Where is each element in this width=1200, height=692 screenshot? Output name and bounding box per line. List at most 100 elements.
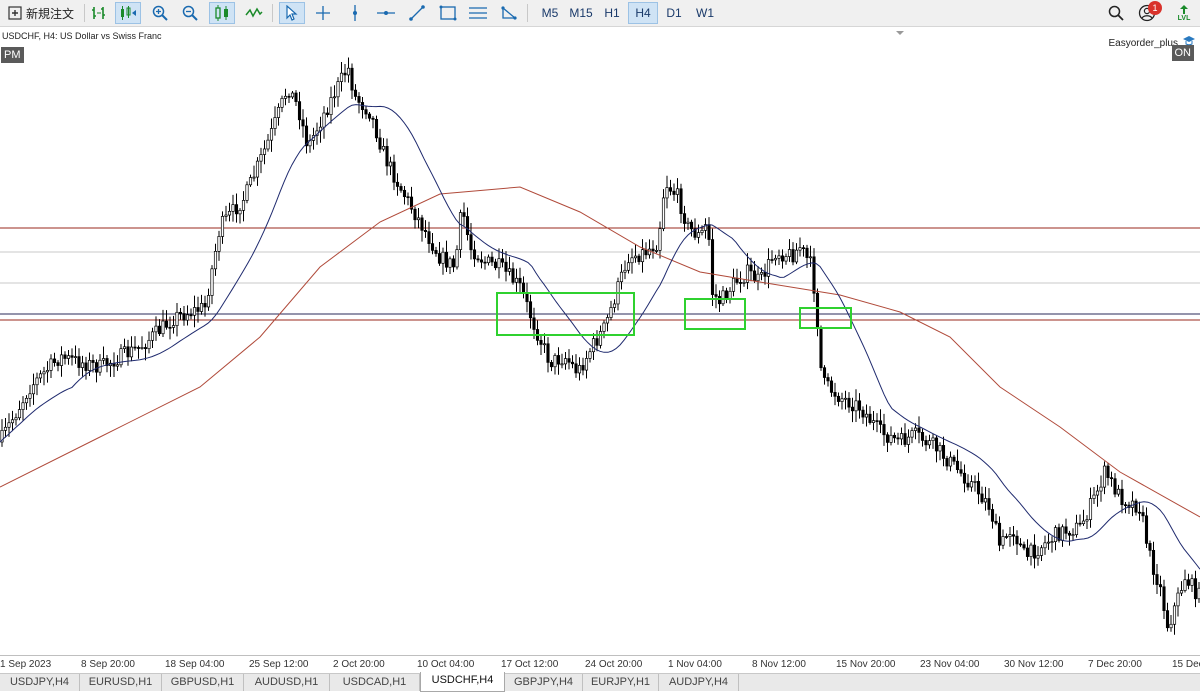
candle-body (1190, 578, 1194, 586)
vps-button[interactable]: LVL (1172, 2, 1196, 24)
candle-body (231, 204, 235, 212)
timeframe-m15[interactable]: M15 (566, 2, 596, 24)
tab-usdchf-h4[interactable]: USDCHF,H4 (420, 672, 505, 692)
candle-body (161, 320, 165, 335)
rectangle-button[interactable] (436, 2, 460, 24)
candle-body (1015, 535, 1019, 545)
candle-body (441, 251, 445, 264)
candle-body (479, 259, 484, 263)
candle-body (290, 92, 295, 98)
zoom-out-icon (182, 5, 198, 21)
candle-body (70, 355, 74, 358)
candle-body (511, 268, 515, 283)
candle-body (192, 307, 197, 316)
expert-advisor-status: ON (1171, 45, 1194, 61)
candle-body (59, 354, 64, 366)
candle-body (157, 325, 162, 335)
candle-body (955, 460, 960, 471)
candle-body (206, 295, 211, 308)
candle-body (899, 433, 904, 440)
candle-body (994, 520, 998, 524)
tab-gbpjpy-h4[interactable]: GBPJPY,H4 (505, 674, 583, 691)
candle-body (822, 367, 827, 378)
timeframe-m5[interactable]: M5 (536, 2, 564, 24)
candle-body (584, 358, 589, 371)
candle-body (819, 327, 823, 369)
candle-body (217, 236, 221, 252)
crosshair-icon (315, 5, 331, 21)
candlesticks-button[interactable] (209, 2, 235, 24)
zoom-out-button[interactable] (178, 2, 202, 24)
timeframe-h1[interactable]: H1 (598, 2, 626, 24)
zoom-in-button[interactable] (148, 2, 172, 24)
bar-chart-button[interactable] (87, 2, 111, 24)
crosshair-button[interactable] (311, 2, 335, 24)
candle-body (574, 363, 578, 374)
tab-audusd-h1[interactable]: AUDUSD,H1 (244, 674, 330, 691)
candle-body (38, 373, 43, 379)
candle-body (570, 361, 575, 365)
candle-body (224, 214, 228, 217)
cursor-button[interactable] (279, 2, 305, 24)
timeframe-w1[interactable]: W1 (690, 2, 720, 24)
candle-body (52, 358, 57, 363)
candle-chart-button[interactable] (115, 2, 141, 24)
vertical-line-button[interactable] (343, 2, 367, 24)
timeframe-d1[interactable]: D1 (660, 2, 688, 24)
timeframe-label: D1 (666, 6, 682, 20)
candle-body (990, 509, 995, 522)
candle-body (717, 296, 722, 305)
line-chart-button[interactable] (241, 2, 267, 24)
candle-body (924, 440, 928, 446)
shapes-button[interactable] (497, 2, 521, 24)
candle-body (21, 402, 25, 410)
tab-eurjpy-h1[interactable]: EURJPY,H1 (583, 674, 659, 691)
line-chart-icon (245, 6, 263, 20)
time-label: 10 Oct 04:00 (417, 659, 475, 670)
candle-body (927, 440, 932, 446)
timeframe-label: H1 (604, 6, 620, 20)
candle-body (367, 113, 372, 119)
fibonacci-icon (468, 5, 488, 21)
candle-body (647, 248, 652, 256)
candle-body (1004, 536, 1009, 538)
new-order-button[interactable]: 新規注文 (4, 2, 82, 24)
time-label: 7 Dec 20:00 (1088, 659, 1142, 670)
candle-body (1186, 579, 1191, 586)
candle-body (280, 98, 284, 108)
fibonacci-button[interactable] (466, 2, 490, 24)
candle-body (7, 422, 11, 428)
candle-body (1148, 543, 1152, 551)
tab-gbpusd-h1[interactable]: GBPUSD,H1 (162, 674, 244, 691)
candle-body (791, 249, 795, 263)
rectangle-icon (439, 5, 457, 21)
tab-audjpy-h4[interactable]: AUDJPY,H4 (659, 674, 739, 691)
timeframe-label: W1 (696, 6, 714, 20)
candle-body (651, 248, 655, 252)
candle-body (329, 97, 333, 115)
candle-body (612, 303, 617, 308)
candle-body (1029, 544, 1033, 557)
candle-body (507, 268, 512, 272)
time-label: 23 Nov 04:00 (920, 659, 980, 670)
horizontal-line-button[interactable] (373, 2, 399, 24)
trendline-icon (408, 4, 426, 22)
candle-body (784, 256, 788, 262)
candle-body (756, 273, 760, 282)
trendline-button[interactable] (405, 2, 429, 24)
tab-usdcad-h1[interactable]: USDCAD,H1 (330, 674, 420, 691)
candle-body (3, 426, 8, 431)
search-button[interactable] (1105, 2, 1127, 24)
support-zone-rectangle[interactable] (799, 307, 852, 329)
candle-body (714, 294, 718, 297)
price-chart[interactable] (0, 27, 1200, 655)
candle-body (644, 249, 648, 256)
time-label: 25 Sep 12:00 (249, 659, 309, 670)
timeframe-h4[interactable]: H4 (628, 2, 658, 24)
candle-body (413, 208, 417, 221)
candle-body (696, 232, 701, 238)
candle-body (724, 290, 729, 300)
candle-body (857, 400, 862, 411)
tab-usdjpy-h4[interactable]: USDJPY,H4 (0, 674, 80, 691)
tab-eurusd-h1[interactable]: EURUSD,H1 (80, 674, 162, 691)
